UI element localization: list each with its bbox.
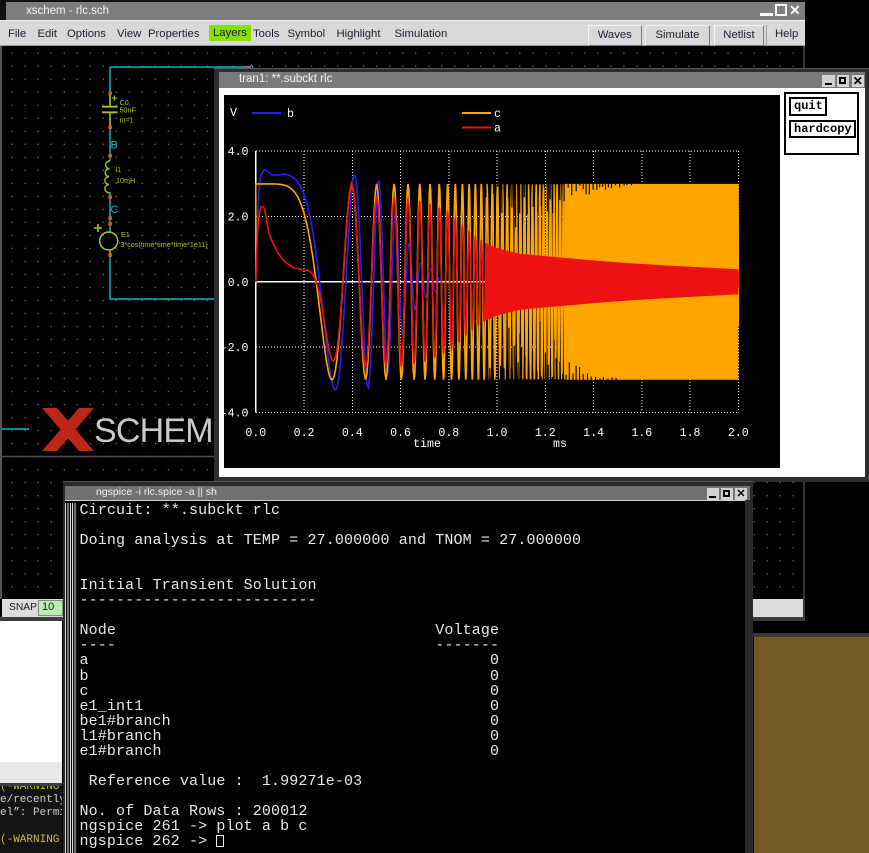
svg-text:1.6: 1.6 bbox=[631, 427, 652, 440]
svg-text:B: B bbox=[111, 140, 118, 152]
svg-text:0.0: 0.0 bbox=[228, 276, 249, 289]
svg-text:0.8: 0.8 bbox=[438, 427, 459, 440]
svg-text:C: C bbox=[111, 204, 119, 216]
svg-text:c: c bbox=[494, 108, 501, 121]
svg-text:'3*cos(time*time*time*1e11): '3*cos(time*time*time*1e11) bbox=[119, 240, 208, 249]
svg-text:0.2: 0.2 bbox=[294, 427, 315, 440]
svg-text:2.0: 2.0 bbox=[228, 211, 249, 224]
svg-text:a: a bbox=[494, 122, 501, 135]
svg-text:0.6: 0.6 bbox=[390, 427, 411, 440]
svg-text:-4.0: -4.0 bbox=[224, 407, 249, 420]
svg-text:0.0: 0.0 bbox=[245, 427, 266, 440]
svg-text:V: V bbox=[230, 107, 237, 120]
svg-text:2.0: 2.0 bbox=[728, 427, 749, 440]
svg-text:ms: ms bbox=[553, 438, 567, 451]
svg-text:1.0: 1.0 bbox=[487, 427, 508, 440]
svg-text:E1: E1 bbox=[121, 230, 130, 239]
svg-text:m=1: m=1 bbox=[120, 116, 134, 125]
svg-text:4.0: 4.0 bbox=[228, 146, 249, 159]
svg-text:l1: l1 bbox=[116, 165, 122, 174]
svg-text:10mH: 10mH bbox=[116, 176, 135, 185]
svg-text:-2.0: -2.0 bbox=[224, 342, 249, 355]
svg-text:1.8: 1.8 bbox=[680, 427, 701, 440]
svg-text:50nF: 50nF bbox=[120, 106, 137, 115]
svg-text:0.4: 0.4 bbox=[342, 427, 363, 440]
svg-text:time: time bbox=[413, 438, 441, 451]
svg-text:1.4: 1.4 bbox=[583, 427, 604, 440]
svg-text:b: b bbox=[287, 108, 294, 121]
svg-text:SCHEM: SCHEM bbox=[94, 412, 213, 450]
